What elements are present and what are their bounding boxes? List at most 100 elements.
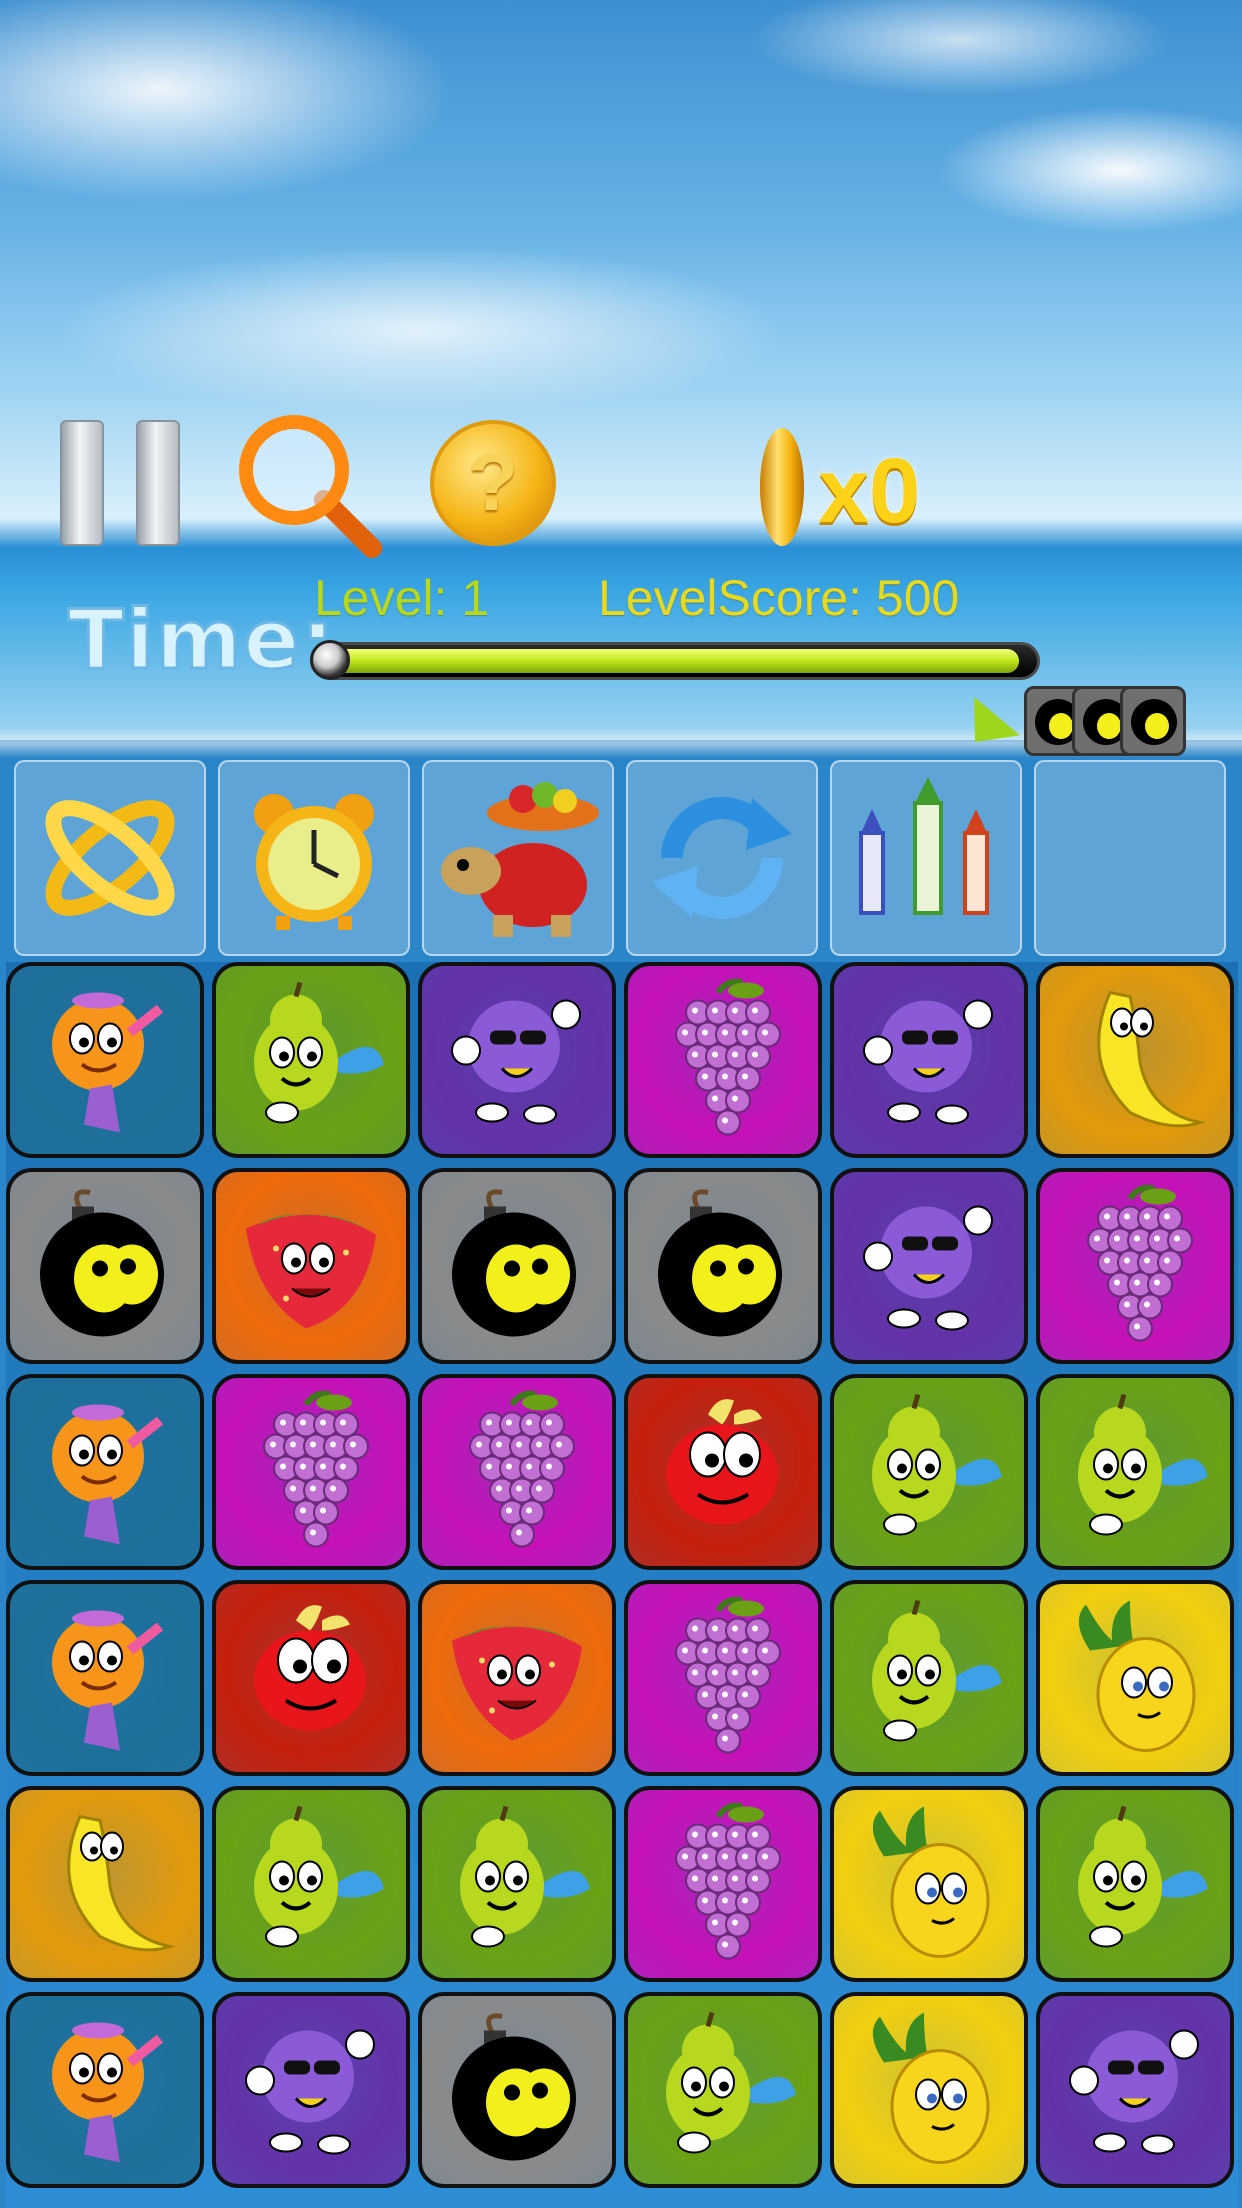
board-tile-grape[interactable] (624, 1786, 822, 1982)
rockets-icon (832, 762, 1020, 954)
plum-icon (1050, 2003, 1220, 2178)
level-label: Level: 1 (314, 570, 490, 626)
pear-icon (226, 1797, 396, 1972)
coin-icon (760, 428, 804, 546)
board-tile-bomb[interactable] (418, 1992, 616, 2188)
bomb-stack-item (1120, 686, 1186, 756)
orange-icon (20, 973, 190, 1148)
banana-icon (1050, 973, 1220, 1148)
turtle-with-fruit-bowl-icon (424, 762, 612, 954)
orange-icon (20, 1591, 190, 1766)
board-tile-grape[interactable] (624, 1580, 822, 1776)
board-tile-plum[interactable] (1036, 1992, 1234, 2188)
board-tile-bomb[interactable] (6, 1168, 204, 1364)
pineapple-icon (844, 1797, 1014, 1972)
magnifier-icon (239, 415, 382, 558)
alarm-clock-powerup[interactable] (218, 760, 410, 956)
board-tile-apple[interactable] (624, 1374, 822, 1570)
board-tile-grape[interactable] (624, 962, 822, 1158)
bomb-icon (638, 1179, 808, 1354)
fireworks-powerup[interactable] (830, 760, 1022, 956)
pause-icon-right-bar (136, 420, 180, 546)
magnifier-hint-button[interactable] (232, 408, 382, 558)
turtle-fruit-bowl-powerup[interactable] (422, 760, 614, 956)
grape-icon (638, 973, 808, 1148)
strawberry-icon (432, 1591, 602, 1766)
board-tile-apple[interactable] (212, 1580, 410, 1776)
grape-icon (226, 1385, 396, 1560)
pear-icon (638, 2003, 808, 2178)
board-tile-plum[interactable] (212, 1992, 410, 2188)
board-tile-orange[interactable] (6, 962, 204, 1158)
board-tile-banana[interactable] (1036, 962, 1234, 1158)
refresh-arrows-icon (628, 762, 816, 954)
time-progress-knob (310, 640, 350, 680)
pear-icon (844, 1385, 1014, 1560)
question-mark-icon: ? (467, 437, 519, 528)
board-tile-strawberry[interactable] (418, 1580, 616, 1776)
orange-icon (20, 1385, 190, 1560)
board-tile-pear[interactable] (212, 962, 410, 1158)
board-tile-pear[interactable] (830, 1374, 1028, 1570)
board-tile-pear[interactable] (1036, 1786, 1234, 1982)
board-tile-plum[interactable] (418, 962, 616, 1158)
plum-icon (844, 973, 1014, 1148)
pineapple-icon (844, 2003, 1014, 2178)
board-tile-orange[interactable] (6, 1374, 204, 1570)
coin-ring-powerup[interactable] (14, 760, 206, 956)
board-tile-grape[interactable] (418, 1374, 616, 1570)
level-score-label: LevelScore: 500 (598, 570, 960, 626)
board-tile-grape[interactable] (212, 1374, 410, 1570)
gold-coin-ring-icon (16, 762, 204, 954)
apple-icon (226, 1591, 396, 1766)
game-board (6, 962, 1238, 2208)
pause-icon-left-bar (60, 420, 104, 546)
board-tile-pear[interactable] (418, 1786, 616, 1982)
banana-icon (20, 1797, 190, 1972)
pear-icon (1050, 1385, 1220, 1560)
time-progress-fill (325, 649, 1019, 673)
pear-icon (226, 973, 396, 1148)
orange-icon (20, 2003, 190, 2178)
grape-icon (1050, 1179, 1220, 1354)
board-tile-pineapple[interactable] (830, 1786, 1028, 1982)
board-tile-orange[interactable] (6, 1992, 204, 2188)
pear-icon (844, 1591, 1014, 1766)
shuffle-powerup[interactable] (626, 760, 818, 956)
pineapple-icon (1050, 1591, 1220, 1766)
pear-icon (432, 1797, 602, 1972)
plum-icon (226, 2003, 396, 2178)
coin-count: x0 (818, 440, 921, 542)
board-tile-orange[interactable] (6, 1580, 204, 1776)
time-label: Time: (67, 593, 336, 688)
board-tile-strawberry[interactable] (212, 1168, 410, 1364)
board-tile-pear[interactable] (212, 1786, 410, 1982)
empty-powerup-slot[interactable] (1034, 760, 1226, 956)
alarm-clock-icon (220, 762, 408, 954)
bomb-icon (20, 1179, 190, 1354)
grape-icon (638, 1591, 808, 1766)
pear-icon (1050, 1797, 1220, 1972)
grape-icon (638, 1797, 808, 1972)
bomb-icon (432, 2003, 602, 2178)
board-tile-banana[interactable] (6, 1786, 204, 1982)
board-tile-pineapple[interactable] (1036, 1580, 1234, 1776)
board-tile-pear[interactable] (624, 1992, 822, 2188)
board-tile-bomb[interactable] (624, 1168, 822, 1364)
board-tile-pear[interactable] (830, 1580, 1028, 1776)
bomb-icon (432, 1179, 602, 1354)
board-tile-pear[interactable] (1036, 1374, 1234, 1570)
board-tile-plum[interactable] (830, 1168, 1028, 1364)
apple-icon (638, 1385, 808, 1560)
plum-icon (844, 1179, 1014, 1354)
board-tile-grape[interactable] (1036, 1168, 1234, 1364)
grape-icon (432, 1385, 602, 1560)
board-tile-pineapple[interactable] (830, 1992, 1028, 2188)
board-tile-plum[interactable] (830, 962, 1028, 1158)
time-progress-bar (312, 642, 1040, 680)
coin-hint-button[interactable]: ? (430, 420, 556, 546)
pause-button[interactable] (60, 420, 182, 546)
board-tile-bomb[interactable] (418, 1168, 616, 1364)
strawberry-icon (226, 1179, 396, 1354)
powerup-bar (14, 760, 1232, 956)
